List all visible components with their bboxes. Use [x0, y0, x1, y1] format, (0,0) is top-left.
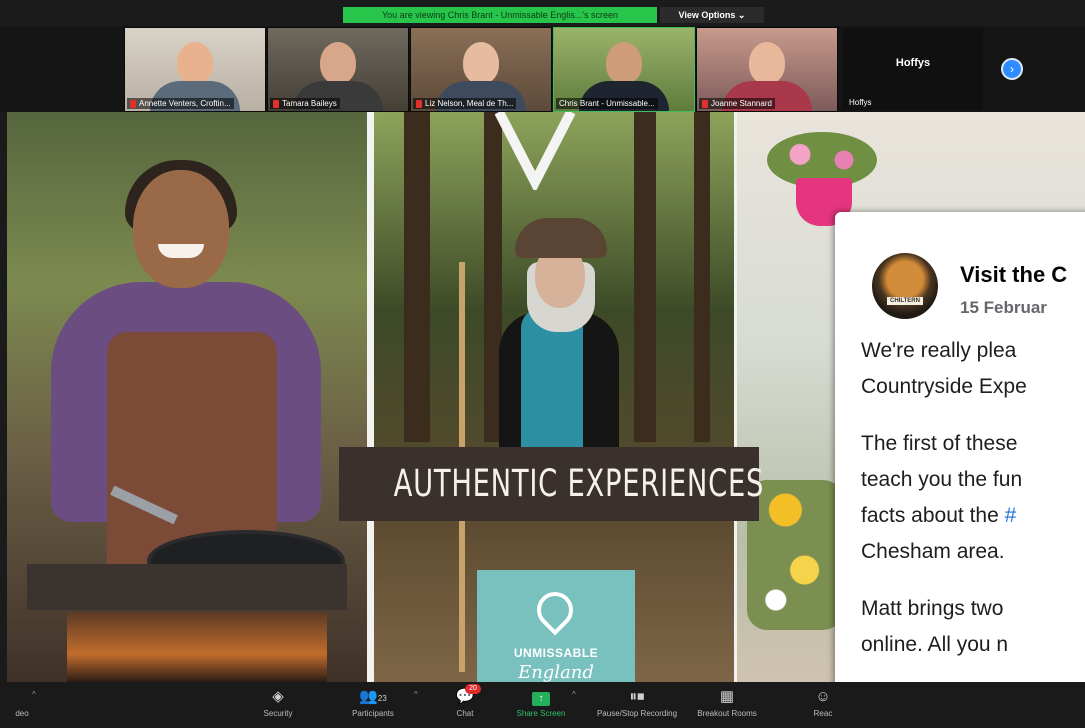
participants-button[interactable]: 👥23 Participants	[338, 682, 408, 728]
participant-name: Annette Venters, Croftin...	[127, 98, 234, 109]
chevron-up-icon[interactable]: ^	[414, 690, 418, 699]
video-button[interactable]: deo	[0, 682, 44, 728]
post-text-line: teach you the fun	[861, 468, 1023, 491]
post-text-line: The first of these	[861, 432, 1018, 455]
people-icon: 👥23	[359, 688, 387, 705]
chevron-up-icon[interactable]: ^	[572, 690, 576, 699]
video-camera-icon	[0, 688, 44, 706]
participant-tile[interactable]: Annette Venters, Croftin...	[124, 27, 266, 112]
mic-muted-icon	[416, 99, 422, 108]
participant-tile-no-video[interactable]: Hoffys Hoffys	[843, 27, 983, 110]
pause-stop-icon: ⏸⏹	[629, 688, 645, 705]
smiley-icon: ☺	[815, 688, 831, 705]
participant-display-name: Hoffys	[895, 57, 931, 69]
chevron-up-icon[interactable]: ^	[32, 690, 36, 699]
chat-button[interactable]: 💬 20 Chat	[444, 682, 486, 728]
security-button[interactable]: ◈ Security	[255, 682, 301, 728]
photo-panel-cooking	[7, 112, 367, 682]
post-text-line: We're really plea	[861, 339, 1017, 362]
mic-muted-icon	[702, 99, 708, 108]
participant-name: Joanne Stannard	[699, 98, 775, 109]
view-options-button[interactable]: View Options ⌄	[660, 7, 764, 23]
share-screen-icon: ↑	[532, 692, 550, 706]
authentic-experiences-banner: AUTHENTIC EXPERIENCES	[339, 447, 763, 521]
zoom-meeting-window: You are viewing Chris Brant - Unmissable…	[0, 0, 1085, 728]
participant-tile[interactable]: Tamara Baileys	[267, 27, 409, 112]
post-text-line: facts about the #	[861, 504, 1017, 527]
participant-name: Tamara Baileys	[270, 98, 340, 109]
meeting-toolbar: deo ^ ◈ Security 👥23 Participants ^ 💬 20…	[0, 682, 1085, 728]
screen-share-banner: You are viewing Chris Brant - Unmissable…	[343, 7, 657, 23]
mic-muted-icon	[130, 99, 136, 108]
post-text-line: Countryside Expe	[861, 375, 1027, 398]
post-text-line: Matt brings two	[861, 597, 1004, 620]
facebook-post-card: CHILTERN Visit the C 15 Februar We're re…	[835, 212, 1085, 728]
share-screen-button[interactable]: ↑ Share Screen	[508, 682, 574, 728]
page-avatar[interactable]: CHILTERN	[872, 253, 938, 319]
reactions-button[interactable]: ☺ Reac	[808, 682, 838, 728]
participant-tile-active[interactable]: Chris Brant - Unmissable...	[553, 27, 695, 112]
participant-strip: Annette Venters, Croftin... Tamara Baile…	[0, 26, 1085, 112]
participant-name: Chris Brant - Unmissable...	[556, 98, 658, 109]
participant-tile[interactable]: Liz Nelson, Meal de Th...	[410, 27, 552, 112]
next-page-button[interactable]: ›	[1001, 58, 1023, 80]
chat-unread-badge: 20	[465, 684, 481, 694]
post-text-line: online. All you n	[861, 633, 1009, 656]
pause-stop-recording-button[interactable]: ⏸⏹ Pause/Stop Recording	[590, 682, 684, 728]
post-text-line: Chesham area.	[861, 540, 1005, 563]
unmissable-england-logo: UNMISSABLE England	[477, 570, 635, 682]
page-name-link[interactable]: Visit the C	[960, 262, 1067, 288]
grid-icon: ▦	[719, 688, 735, 705]
participant-name: Hoffys	[849, 98, 872, 107]
location-pin-icon	[529, 584, 581, 636]
hashtag-link[interactable]: #	[1005, 504, 1017, 527]
chevron-right-icon: ›	[1010, 62, 1014, 76]
post-date[interactable]: 15 Februar	[960, 298, 1047, 318]
v-logo-icon	[495, 112, 575, 190]
participant-name: Liz Nelson, Meal de Th...	[413, 98, 517, 109]
participant-tile[interactable]: Joanne Stannard	[696, 27, 838, 112]
breakout-rooms-button[interactable]: ▦ Breakout Rooms	[685, 682, 769, 728]
shield-icon: ◈	[272, 688, 284, 705]
mic-muted-icon	[273, 99, 279, 108]
